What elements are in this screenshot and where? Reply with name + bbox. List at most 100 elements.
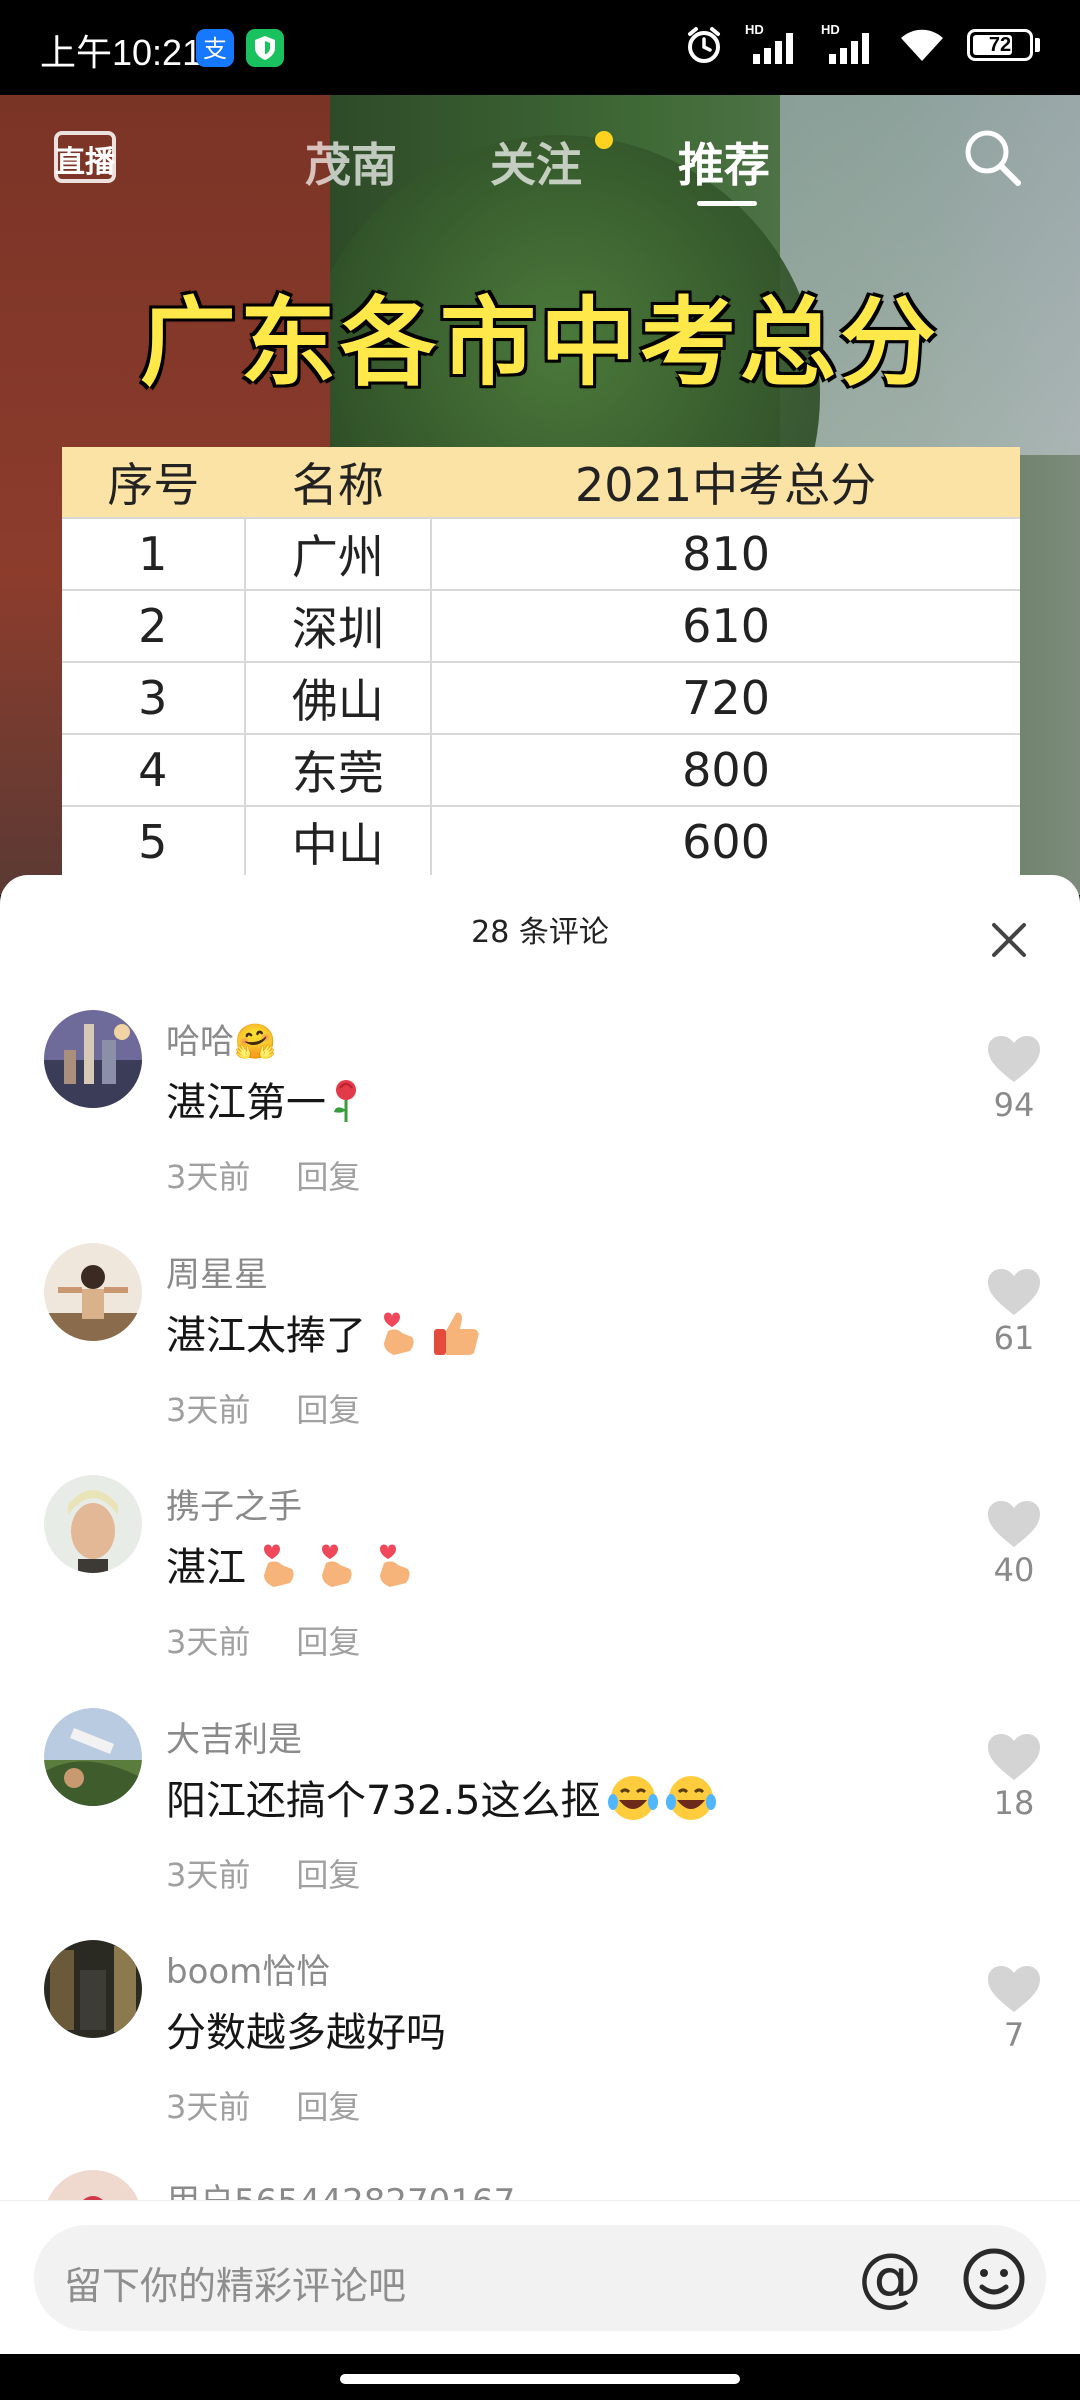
row-city: 东莞 — [243, 733, 432, 806]
comment-time: 3天前 — [166, 1623, 251, 1661]
finger-heart-emoji-icon — [322, 1544, 352, 1587]
like-count: 94 — [993, 1086, 1035, 1124]
score-table: 序号 名称 2021中考总分 1 广州 810 2 深圳 610 3 佛山 72… — [62, 447, 1020, 877]
comment-username[interactable]: boom恰恰 — [166, 1944, 330, 1993]
tab-local[interactable]: 茂南 — [305, 129, 397, 195]
comment-text: 湛江第一 — [166, 1070, 366, 1128]
like-count: 61 — [993, 1319, 1035, 1357]
table-header-row: 序号 名称 2021中考总分 — [62, 447, 1020, 518]
comment-time: 3天前 — [166, 1391, 251, 1429]
active-tab-indicator — [697, 201, 757, 206]
like-count: 7 — [1003, 2016, 1025, 2054]
comment-time: 3天前 — [166, 2088, 251, 2126]
comment-text-content: 湛江 — [166, 1545, 246, 1591]
comment-input[interactable]: 留下你的精彩评论吧 @ — [34, 2225, 1046, 2331]
heart-icon[interactable] — [986, 1732, 1042, 1782]
live-button[interactable]: 直播 — [54, 125, 120, 187]
comment-text-content: 分数越多越好吗 — [166, 2010, 446, 2056]
wifi-icon — [901, 29, 943, 61]
row-city: 深圳 — [243, 589, 432, 662]
avatar[interactable] — [44, 1243, 142, 1341]
row-score: 610 — [430, 589, 1020, 662]
status-time: 上午10:21 — [40, 32, 203, 73]
avatar[interactable] — [44, 1010, 142, 1108]
finger-heart-emoji-icon — [384, 1312, 414, 1355]
row-index: 2 — [62, 589, 245, 662]
row-score: 600 — [430, 805, 1020, 877]
comment-item: 大吉利是 阳江还搞个732.5这么抠 3天前 回复 18 — [0, 1708, 1080, 1938]
like-count: 40 — [993, 1551, 1035, 1589]
heart-icon[interactable] — [986, 1499, 1042, 1549]
comment-time: 3天前 — [166, 1856, 251, 1894]
alarm-icon — [688, 27, 720, 63]
top-nav: 直播 茂南 关注 推荐 — [0, 95, 1080, 215]
comment-text-content: 阳江还搞个732.5这么抠 — [166, 1778, 601, 1824]
comment-input-placeholder: 留下你的精彩评论吧 — [64, 2264, 407, 2308]
comment-text-content: 湛江太捧了 — [166, 1313, 366, 1359]
avatar[interactable] — [44, 1475, 142, 1573]
comment-count-title: 28 条评论 — [471, 915, 609, 950]
thumbs-up-emoji-icon — [434, 1312, 479, 1355]
comment-text: 湛江 — [166, 1535, 420, 1593]
home-gesture-bar[interactable] — [340, 2374, 740, 2384]
comment-text-content: 湛江第一 — [166, 1080, 326, 1126]
table-row: 3 佛山 720 — [62, 661, 1020, 734]
emoji-icon[interactable] — [958, 2243, 1030, 2315]
row-city: 中山 — [243, 805, 432, 877]
tab-recommended[interactable]: 推荐 — [678, 129, 770, 195]
alipay-icon: 支 — [196, 29, 234, 67]
comment-text: 分数越多越好吗 — [166, 2000, 446, 2058]
comment-text: 湛江太捧了 — [166, 1303, 482, 1361]
close-icon[interactable] — [984, 915, 1034, 965]
signal-2-icon: HD — [821, 22, 877, 68]
row-index: 5 — [62, 805, 245, 877]
row-city: 佛山 — [243, 661, 432, 734]
finger-heart-emoji-icon — [380, 1544, 410, 1587]
reply-button[interactable]: 回复 — [296, 1617, 360, 1663]
comment-item: 哈哈🤗 湛江第一 3天前 回复 94 — [0, 1010, 1080, 1240]
comment-username[interactable]: 大吉利是 — [166, 1712, 302, 1761]
heart-icon[interactable] — [986, 1964, 1042, 2014]
comment-meta: 3天前 回复 — [166, 1152, 360, 1198]
row-index: 3 — [62, 661, 245, 734]
like-count: 18 — [993, 1784, 1035, 1822]
table-row: 1 广州 810 — [62, 517, 1020, 590]
reply-button[interactable]: 回复 — [296, 1152, 360, 1198]
comment-meta: 3天前 回复 — [166, 1617, 360, 1663]
heart-icon[interactable] — [986, 1267, 1042, 1317]
finger-heart-emoji-icon — [264, 1544, 294, 1587]
mention-at-icon[interactable]: @ — [854, 2243, 926, 2315]
comment-time: 3天前 — [166, 1158, 251, 1196]
avatar[interactable] — [44, 1708, 142, 1806]
video-headline: 广东各市中考总分 — [140, 287, 940, 399]
comment-meta: 3天前 回复 — [166, 1850, 360, 1896]
comment-username[interactable]: 哈哈🤗 — [166, 1014, 276, 1063]
table-row: 5 中山 600 — [62, 805, 1020, 877]
navigation-gesture-area — [0, 2354, 1080, 2400]
svg-text:支: 支 — [203, 35, 227, 63]
status-icons: HD HD 72 — [683, 22, 1040, 68]
comment-sheet: 28 条评论 哈哈🤗 湛江第一 3天前 回复 94 周星星 湛江太捧了 3天前 … — [0, 875, 1080, 2400]
reply-button[interactable]: 回复 — [296, 1385, 360, 1431]
row-city: 广州 — [243, 517, 432, 590]
search-icon[interactable] — [960, 125, 1024, 189]
comment-username[interactable]: 携子之手 — [166, 1479, 302, 1528]
comment-meta: 3天前 回复 — [166, 2082, 360, 2128]
avatar[interactable] — [44, 1940, 142, 2038]
live-label: 直播 — [55, 145, 115, 180]
comment-username[interactable]: 周星星 — [166, 1247, 268, 1296]
battery-icon: 72 — [967, 29, 1033, 61]
comment-meta: 3天前 回复 — [166, 1385, 360, 1431]
reply-button[interactable]: 回复 — [296, 1850, 360, 1896]
row-index: 1 — [62, 517, 245, 590]
heart-icon[interactable] — [986, 1034, 1042, 1084]
table-row: 4 东莞 800 — [62, 733, 1020, 806]
row-score: 810 — [430, 517, 1020, 590]
table-row: 2 深圳 610 — [62, 589, 1020, 662]
notification-dot — [595, 131, 613, 149]
comment-item: boom恰恰 分数越多越好吗 3天前 回复 7 — [0, 1940, 1080, 2170]
tab-following[interactable]: 关注 — [490, 129, 582, 195]
battery-level: 72 — [988, 33, 1012, 56]
comment-input-area: 留下你的精彩评论吧 @ — [0, 2200, 1080, 2355]
reply-button[interactable]: 回复 — [296, 2082, 360, 2128]
